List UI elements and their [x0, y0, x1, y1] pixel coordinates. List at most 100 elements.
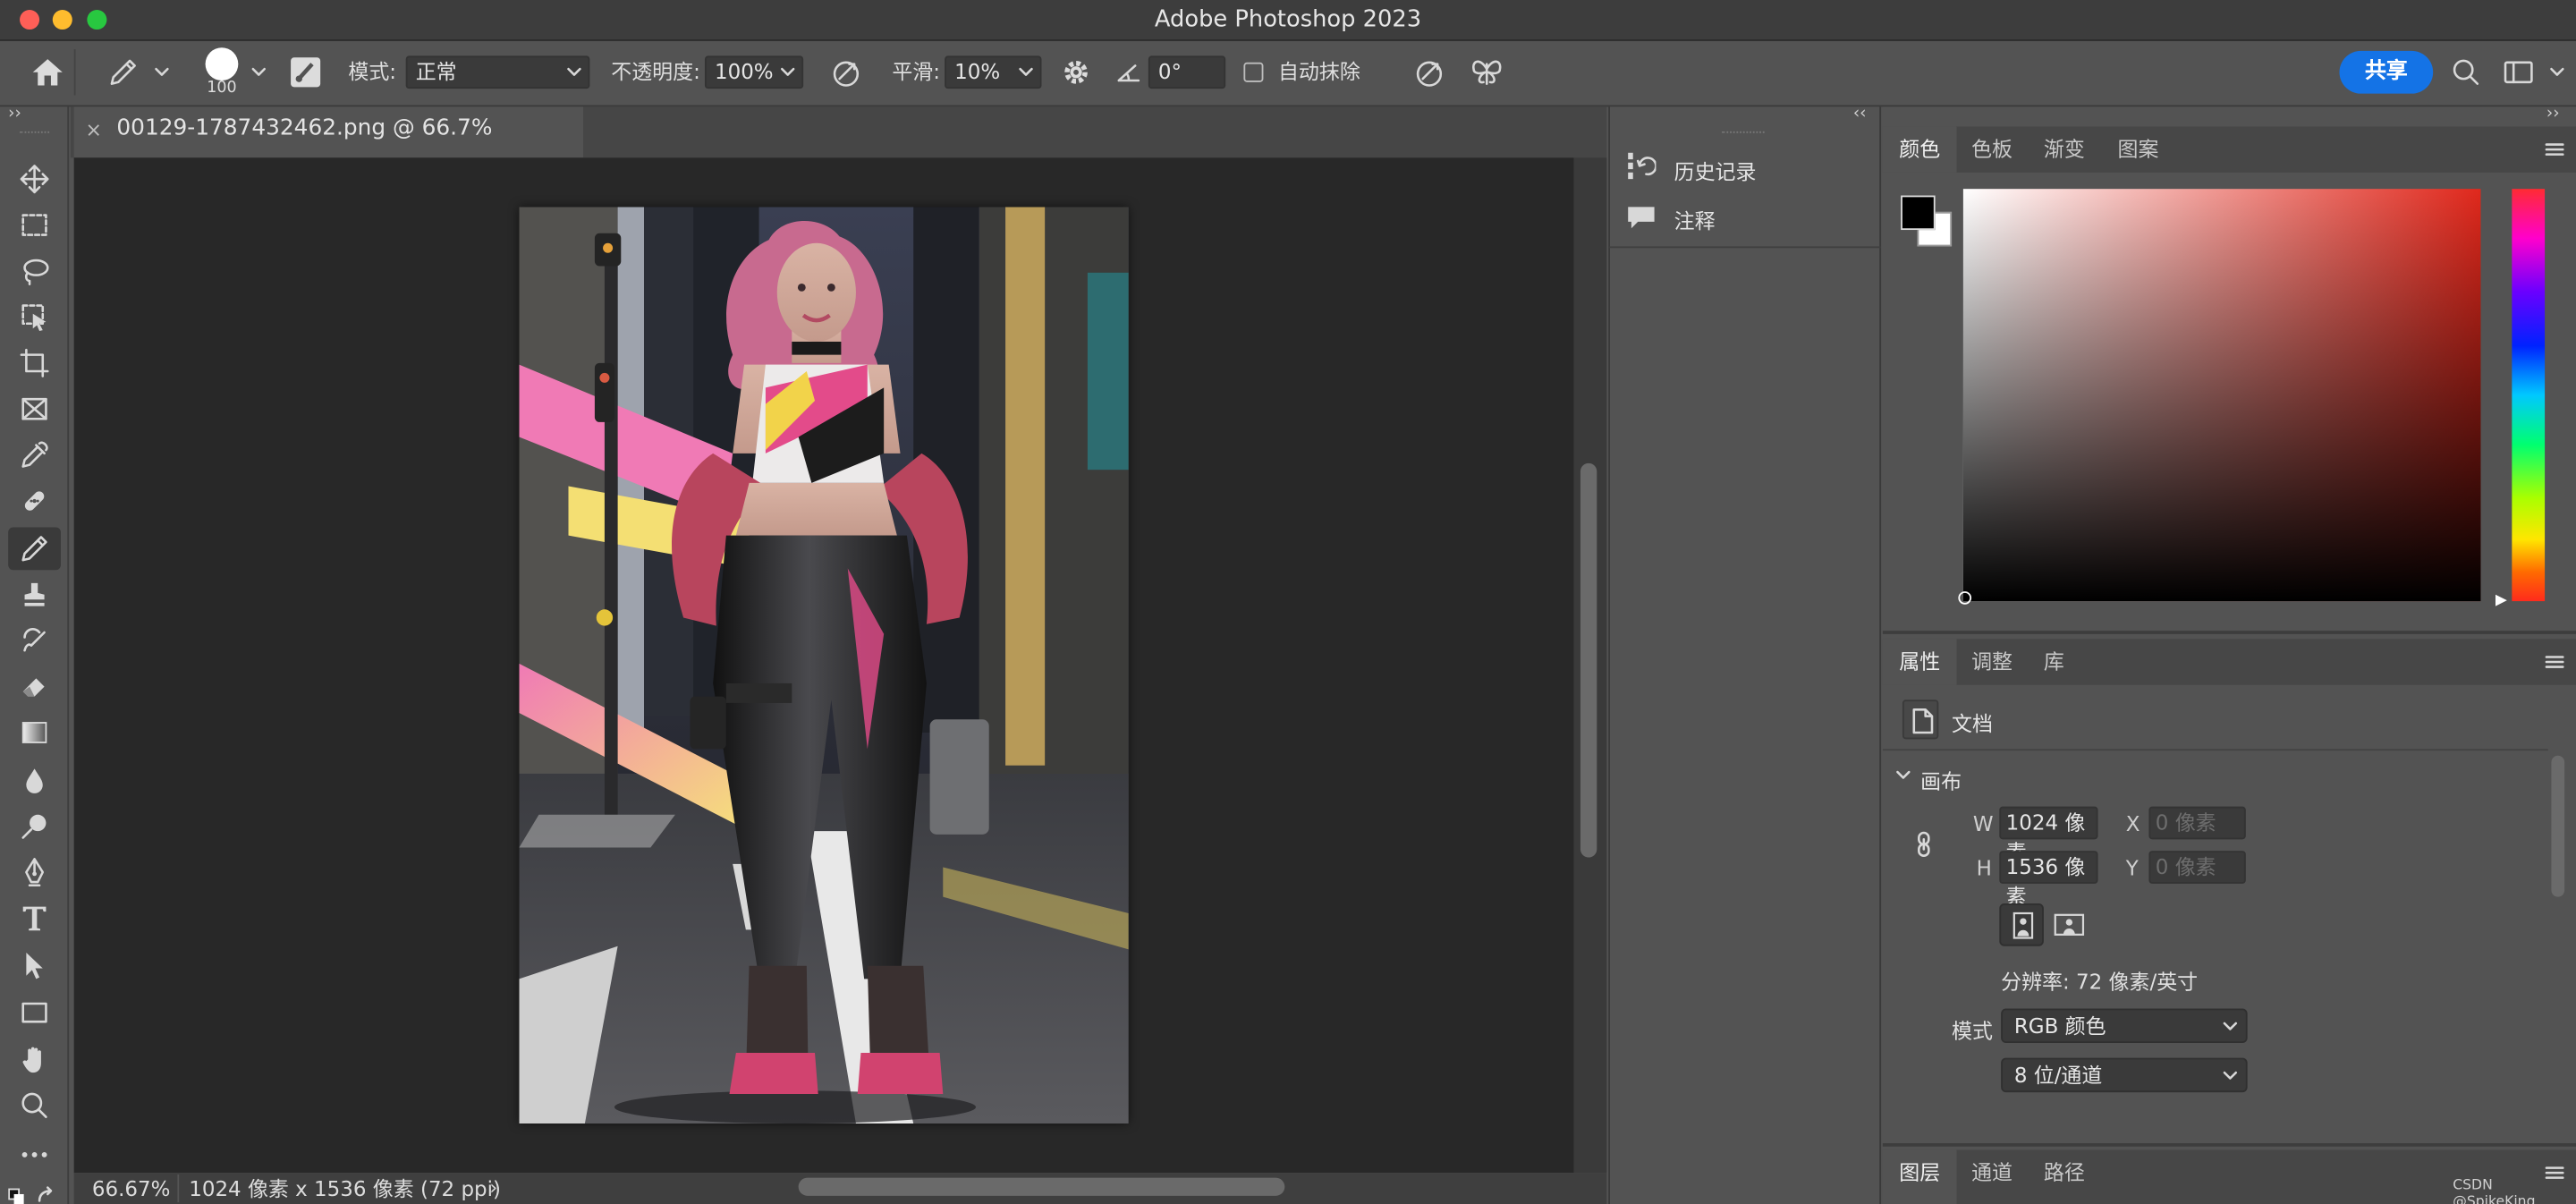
pencil-tool-icon[interactable] [8, 527, 61, 571]
landscape-orientation-button[interactable] [2050, 907, 2089, 943]
pressure-opacity-icon[interactable] [830, 55, 863, 89]
brush-settings-icon[interactable] [289, 55, 322, 89]
more-tools-icon[interactable] [8, 1133, 61, 1176]
horizontal-scroll-thumb[interactable] [798, 1177, 1285, 1196]
workspace-icon[interactable] [2504, 59, 2533, 85]
zoom-level[interactable]: 66.67% [92, 1173, 171, 1204]
zoom-tool-icon[interactable] [8, 1084, 61, 1127]
vertical-scroll-thumb[interactable] [1580, 462, 1597, 858]
opacity-input[interactable]: 100% [704, 55, 804, 89]
pencil-tool-preset-icon[interactable] [106, 55, 141, 89]
pressure-size-icon[interactable] [1413, 55, 1446, 89]
gear-icon[interactable] [1060, 55, 1093, 89]
divider [1882, 749, 2548, 751]
x-input[interactable]: 0 像素 [2148, 806, 2246, 840]
eraser-tool-icon[interactable] [8, 666, 61, 708]
default-colors-icon[interactable] [8, 1186, 31, 1204]
chevron-down-icon[interactable] [1896, 770, 1911, 780]
color-picker-field[interactable] [1962, 189, 2481, 602]
crop-tool-icon[interactable] [8, 342, 61, 385]
x-placeholder: 0 像素 [2155, 810, 2216, 835]
dodge-tool-icon[interactable] [8, 805, 61, 848]
collapse-right-panels-icon[interactable]: ›› [2546, 106, 2560, 123]
hand-tool-icon[interactable] [8, 1039, 61, 1081]
divider [73, 49, 76, 96]
history-label[interactable]: 历史记录 [1674, 155, 1757, 186]
pen-tool-icon[interactable] [8, 851, 61, 894]
chevron-down-icon[interactable] [155, 67, 170, 77]
tab-swatches[interactable]: 色板 [1955, 126, 2029, 172]
tab-patterns[interactable]: 图案 [2101, 126, 2175, 172]
color-mode-value: RGB 颜色 [2013, 1013, 2106, 1039]
tab-adjustments[interactable]: 调整 [1955, 639, 2029, 684]
tab-color[interactable]: 颜色 [1882, 126, 1957, 173]
document-label: 文档 [1952, 711, 1993, 736]
chevron-down-icon[interactable] [2550, 67, 2565, 77]
bit-depth-select[interactable]: 8 位/通道 [2001, 1057, 2248, 1093]
panel-menu-icon[interactable] [2545, 654, 2564, 670]
width-input[interactable]: 1024 像素 [1999, 806, 2098, 864]
mode-select[interactable]: 正常 [405, 55, 590, 89]
history-brush-tool-icon[interactable] [8, 619, 61, 662]
object-selection-tool-icon[interactable] [8, 296, 61, 339]
history-icon[interactable] [1626, 151, 1657, 181]
properties-scroll-thumb[interactable] [2551, 755, 2565, 897]
y-input[interactable]: 0 像素 [2148, 851, 2246, 884]
foreground-color-swatch[interactable] [1901, 195, 1936, 231]
symmetry-butterfly-icon[interactable] [1469, 55, 1504, 89]
marquee-tool-icon[interactable] [8, 204, 61, 247]
move-tool-icon[interactable] [8, 157, 61, 200]
expand-toolbar-icon[interactable]: ›› [8, 106, 21, 123]
height-input[interactable]: 1536 像素 [1999, 851, 2098, 908]
auto-erase-checkbox[interactable] [1243, 62, 1264, 82]
tab-gradients[interactable]: 渐变 [2028, 126, 2102, 172]
color-picker-handle[interactable] [1958, 591, 1972, 605]
document-info[interactable]: 1024 像素 x 1536 像素 (72 ppi) [189, 1173, 501, 1204]
watermark: CSDN @SpikeKing [2453, 1177, 2536, 1204]
frame-tool-icon[interactable] [8, 387, 61, 430]
tab-channels[interactable]: 通道 [1955, 1149, 2029, 1204]
y-placeholder: 0 像素 [2155, 853, 2216, 879]
lasso-tool-icon[interactable] [8, 250, 61, 293]
color-mode-select[interactable]: RGB 颜色 [2001, 1008, 2248, 1044]
portrait-orientation-button[interactable] [1999, 903, 2044, 946]
height-label: H [1976, 855, 1992, 881]
swap-colors-icon[interactable] [36, 1186, 59, 1204]
chevron-down-icon[interactable] [251, 67, 267, 77]
clone-stamp-tool-icon[interactable] [8, 573, 61, 616]
angle-input[interactable]: 0° [1148, 55, 1226, 89]
panel-menu-icon[interactable] [2545, 141, 2564, 157]
notes-label[interactable]: 注释 [1674, 204, 1716, 235]
close-tab-icon[interactable]: × [86, 118, 102, 141]
tab-properties[interactable]: 属性 [1882, 639, 1957, 685]
eyedropper-tool-icon[interactable] [8, 434, 61, 477]
type-tool-icon[interactable] [8, 897, 61, 940]
brush-preview-icon[interactable] [205, 47, 239, 81]
blur-tool-icon[interactable] [8, 759, 61, 801]
home-icon[interactable] [30, 55, 65, 89]
document-tab[interactable]: 00129-1787432462.png @ 66.7%(RGB/8#) [73, 106, 584, 186]
link-dimensions-icon[interactable] [1912, 831, 1936, 857]
healing-brush-tool-icon[interactable] [8, 479, 61, 522]
tab-paths[interactable]: 路径 [2028, 1149, 2102, 1204]
comment-icon[interactable] [1626, 204, 1656, 230]
smoothing-input[interactable]: 10% [945, 55, 1042, 89]
canvas-section-title[interactable]: 画布 [1920, 764, 1962, 795]
chevron-down-icon [2223, 1071, 2238, 1081]
document-image[interactable] [519, 207, 1129, 1124]
divider [177, 1174, 180, 1203]
mode-value: 正常 [415, 59, 457, 84]
chevron-right-icon[interactable]: › [489, 1173, 497, 1204]
tab-libraries[interactable]: 库 [2028, 639, 2081, 684]
gradient-tool-icon[interactable] [8, 711, 61, 754]
tab-layers[interactable]: 图层 [1882, 1149, 1957, 1204]
hue-slider-handle[interactable] [2494, 593, 2509, 608]
collapse-panels-icon[interactable]: ‹‹ [1853, 106, 1867, 123]
share-button[interactable]: 共享 [2339, 50, 2434, 94]
hue-slider[interactable] [2512, 189, 2546, 602]
path-selection-tool-icon[interactable] [8, 945, 61, 988]
search-icon[interactable] [2451, 57, 2480, 87]
chevron-down-icon [2223, 1022, 2238, 1031]
chevron-down-icon [1019, 67, 1034, 77]
rectangle-tool-icon[interactable] [8, 990, 61, 1033]
